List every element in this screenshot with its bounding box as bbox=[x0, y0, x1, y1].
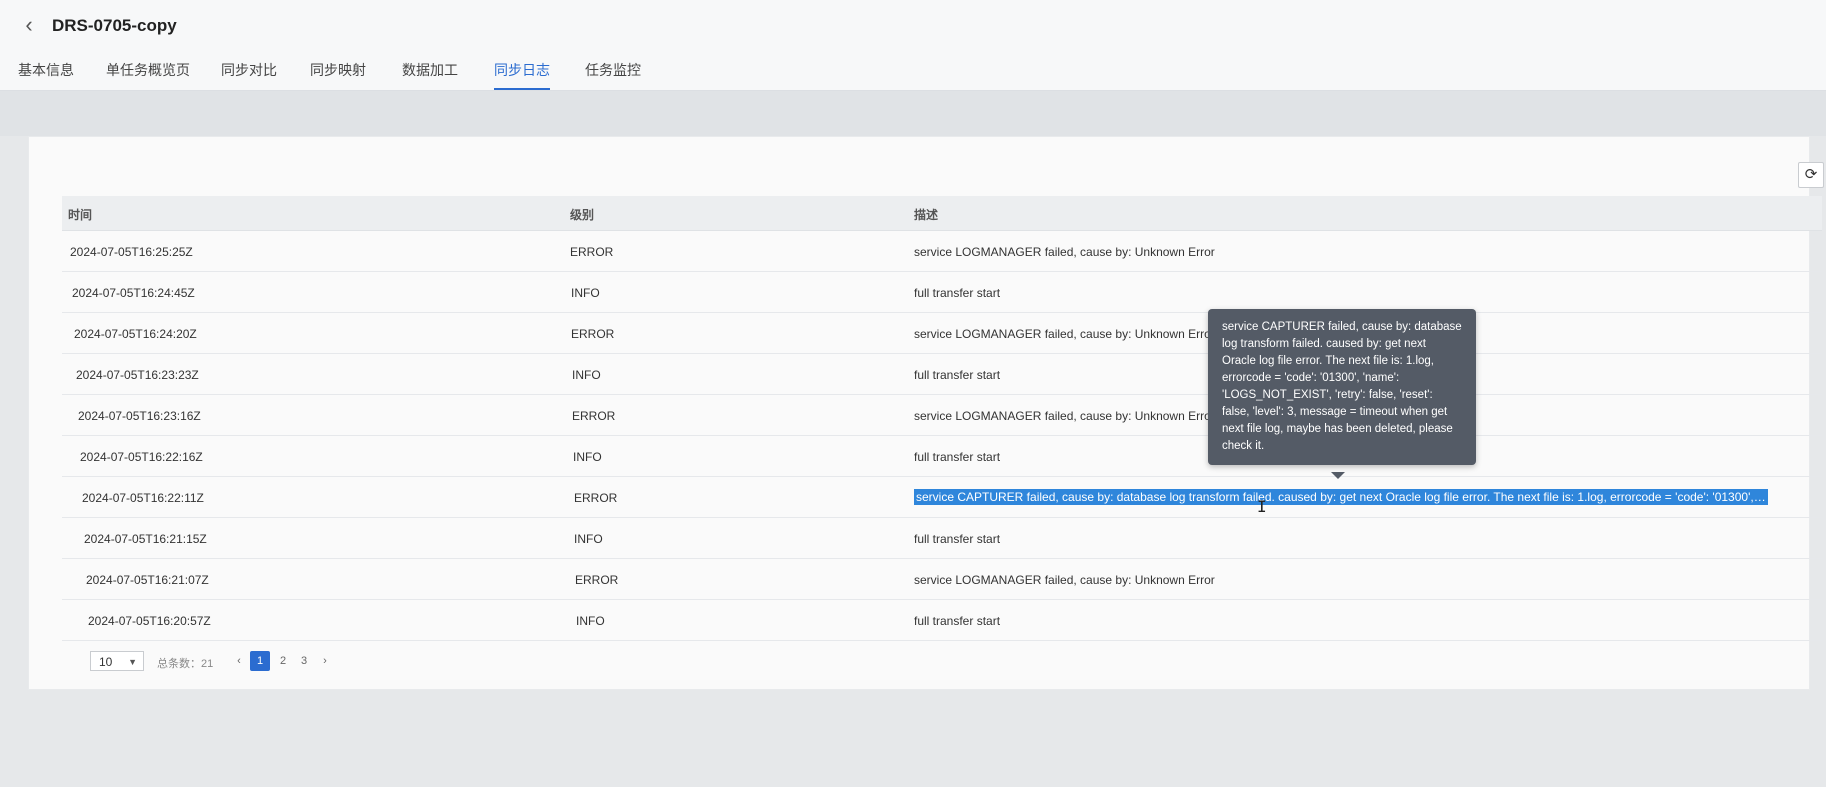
page-3-button[interactable]: 3 bbox=[294, 651, 314, 671]
refresh-button[interactable]: ⟳ bbox=[1798, 162, 1824, 188]
top-bar: ‹ DRS-0705-copy bbox=[0, 0, 1826, 51]
table-row[interactable]: 2024-07-05T16:21:07Z ERROR service LOGMA… bbox=[62, 559, 1822, 600]
tab-bar: 基本信息 单任务概览页 同步对比 同步映射 数据加工 同步日志 任务监控 bbox=[0, 50, 1826, 91]
table-row[interactable]: 2024-07-05T16:22:16Z INFO full transfer … bbox=[62, 436, 1822, 477]
column-header-time: 时间 bbox=[68, 208, 93, 222]
cell-level: INFO bbox=[576, 614, 605, 628]
page-2-button[interactable]: 2 bbox=[273, 651, 293, 671]
cell-level: ERROR bbox=[572, 409, 616, 423]
tab-sync-mapping[interactable]: 同步映射 bbox=[310, 60, 366, 88]
chevron-left-icon[interactable]: ‹ bbox=[229, 651, 249, 671]
page-title: DRS-0705-copy bbox=[52, 16, 177, 35]
cell-level: ERROR bbox=[574, 491, 618, 505]
table-row[interactable]: 2024-07-05T16:23:23Z INFO full transfer … bbox=[62, 354, 1822, 395]
cell-time: 2024-07-05T16:24:20Z bbox=[74, 327, 197, 341]
column-header-level: 级别 bbox=[570, 208, 595, 222]
cell-level: ERROR bbox=[570, 245, 614, 259]
chevron-right-icon[interactable]: › bbox=[315, 651, 335, 671]
cell-description: full transfer start bbox=[914, 532, 1001, 546]
log-table: 时间 级别 描述 2024-07-05T16:25:25Z ERROR serv… bbox=[62, 196, 1822, 681]
cell-level: INFO bbox=[573, 450, 602, 464]
content-band bbox=[0, 91, 1826, 136]
total-count: 总条数：21 bbox=[157, 658, 214, 670]
table-row[interactable]: 2024-07-05T16:24:20Z ERROR service LOGMA… bbox=[62, 313, 1822, 354]
table-row[interactable]: 2024-07-05T16:23:16Z ERROR service LOGMA… bbox=[62, 395, 1822, 436]
refresh-icon: ⟳ bbox=[1804, 166, 1818, 183]
cell-time: 2024-07-05T16:21:07Z bbox=[86, 573, 209, 587]
table-row[interactable]: 2024-07-05T16:24:45Z INFO full transfer … bbox=[62, 272, 1822, 313]
cell-description: service LOGMANAGER failed, cause by: Unk… bbox=[914, 409, 1215, 423]
chevron-left-icon[interactable]: ‹ bbox=[18, 14, 40, 36]
tab-sync-compare[interactable]: 同步对比 bbox=[221, 60, 277, 88]
cell-description: service LOGMANAGER failed, cause by: Unk… bbox=[914, 573, 1215, 587]
page-size-value: 10 bbox=[99, 655, 113, 669]
cell-description: full transfer start bbox=[914, 286, 1001, 300]
caret-down-icon: ▼ bbox=[128, 657, 137, 667]
table-row[interactable]: 2024-07-05T16:25:25Z ERROR service LOGMA… bbox=[62, 231, 1822, 272]
tab-task-monitor[interactable]: 任务监控 bbox=[585, 60, 641, 88]
column-header-description: 描述 bbox=[914, 208, 939, 222]
cell-time: 2024-07-05T16:22:11Z bbox=[82, 491, 204, 505]
cell-time: 2024-07-05T16:20:57Z bbox=[88, 614, 211, 628]
cell-description: full transfer start bbox=[914, 450, 1001, 464]
table-row[interactable]: 2024-07-05T16:22:11Z ERROR service CAPTU… bbox=[62, 477, 1822, 518]
cell-time: 2024-07-05T16:23:23Z bbox=[76, 368, 199, 382]
pagination: 10 ▼ 总条数：21 ‹ 1 2 3 › bbox=[62, 641, 1822, 681]
cell-level: ERROR bbox=[571, 327, 615, 341]
cell-description: full transfer start bbox=[914, 614, 1001, 628]
table-row[interactable]: 2024-07-05T16:21:15Z INFO full transfer … bbox=[62, 518, 1822, 559]
cell-time: 2024-07-05T16:23:16Z bbox=[78, 409, 201, 423]
cell-description: full transfer start bbox=[914, 368, 1001, 382]
cell-description-selected[interactable]: service CAPTURER failed, cause by: datab… bbox=[914, 489, 1768, 505]
page-1-button[interactable]: 1 bbox=[250, 651, 270, 671]
cell-time: 2024-07-05T16:25:25Z bbox=[70, 245, 193, 259]
table-header: 时间 级别 描述 bbox=[62, 196, 1822, 231]
tab-task-overview[interactable]: 单任务概览页 bbox=[106, 60, 190, 88]
tab-sync-log[interactable]: 同步日志 bbox=[494, 60, 550, 90]
page-size-select[interactable]: 10 ▼ bbox=[90, 651, 144, 671]
tab-data-processing[interactable]: 数据加工 bbox=[402, 60, 458, 88]
cell-description: service LOGMANAGER failed, cause by: Unk… bbox=[914, 245, 1215, 259]
cell-level: INFO bbox=[572, 368, 601, 382]
table-row[interactable]: 2024-07-05T16:20:57Z INFO full transfer … bbox=[62, 600, 1822, 641]
tab-basic-info[interactable]: 基本信息 bbox=[18, 60, 74, 88]
error-tooltip: service CAPTURER failed, cause by: datab… bbox=[1208, 309, 1476, 465]
cell-time: 2024-07-05T16:21:15Z bbox=[84, 532, 207, 546]
cell-level: INFO bbox=[571, 286, 600, 300]
text-cursor-icon: I bbox=[1257, 497, 1267, 516]
cell-level: INFO bbox=[574, 532, 603, 546]
cell-time: 2024-07-05T16:24:45Z bbox=[72, 286, 195, 300]
cell-time: 2024-07-05T16:22:16Z bbox=[80, 450, 203, 464]
tooltip-arrow bbox=[1331, 472, 1345, 479]
cell-level: ERROR bbox=[575, 573, 619, 587]
cell-description: service LOGMANAGER failed, cause by: Unk… bbox=[914, 327, 1215, 341]
